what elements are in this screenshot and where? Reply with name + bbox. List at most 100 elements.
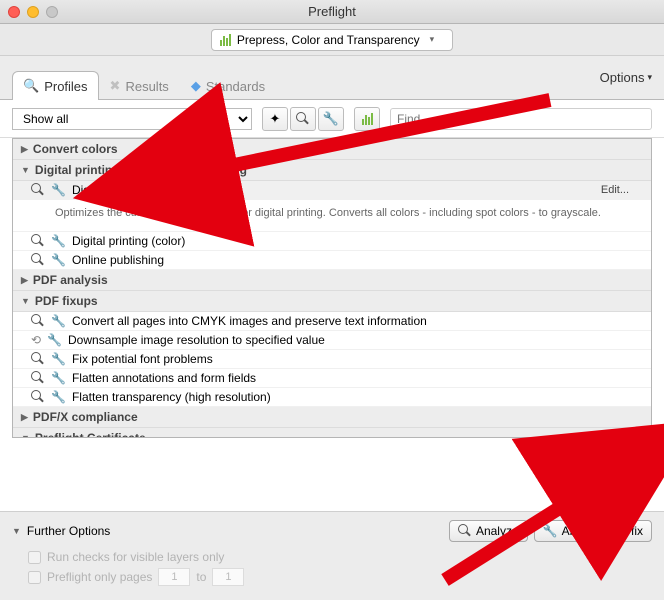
edit-link[interactable]: Edit... [601, 184, 643, 196]
star-wrench-icon: ✦ [270, 111, 281, 127]
magnifier-icon [31, 371, 45, 385]
chevron-down-icon: ▾ [647, 72, 652, 83]
magnifier-icon [31, 352, 45, 366]
group-convert-colors[interactable]: ▶ Convert colors [13, 139, 651, 160]
item-label: Downsample image resolution to specified… [68, 333, 325, 347]
check-visible-layers-label: Run checks for visible layers only [47, 550, 224, 564]
group-preflight-cert[interactable]: ▼ Preflight Certificate [13, 428, 651, 438]
library-bar: Prepress, Color and Transparency ▾ [0, 24, 664, 56]
magnifier-icon [458, 524, 472, 538]
item-label: Online publishing [72, 253, 164, 267]
item-label: Digital printing (color) [72, 234, 185, 248]
magnifier-icon [31, 390, 45, 404]
item-label: Convert all pages into CMYK images and p… [72, 314, 427, 328]
check-preflight-pages-label: Preflight only pages [47, 570, 152, 584]
item-online-publishing[interactable]: 🔧Online publishing [13, 251, 651, 270]
analyze-label: Analyze [476, 524, 519, 538]
window-titlebar: Preflight [0, 0, 664, 24]
view-profiles-button[interactable]: ✦ [262, 107, 288, 131]
item-description: Optimizes the current PDF document for d… [13, 200, 651, 232]
check-preflight-pages-row: Preflight only pages to [28, 568, 652, 586]
to-label: to [196, 570, 206, 584]
item-digital-printing-bw[interactable]: 🔧 Digital printing (B/W) Edit... [13, 181, 651, 200]
analyze-button[interactable]: Analyze [449, 520, 528, 542]
toolbar: Show all ✦ 🔧 [0, 100, 664, 138]
collapse-icon: ▶ [21, 412, 28, 423]
page-to-input [212, 568, 244, 586]
group-label: PDF/X compliance [33, 410, 138, 424]
item-flatten-transparency[interactable]: 🔧 Flatten transparency (high resolution) [13, 388, 651, 407]
expand-icon: ▼ [21, 296, 30, 306]
profile-tree[interactable]: ▶ Convert colors ▼ Digital printing and on… [12, 138, 652, 438]
footer: ▼ Further Options Analyze 🔧 Analyze and f… [0, 511, 664, 600]
wrench-icon: 🔧 [51, 234, 66, 248]
collapse-icon: ▶ [21, 144, 28, 155]
tab-bar: 🔍 Profiles ✖ Results ◆ Standards Options… [0, 56, 664, 100]
chevron-down-icon: ▾ [430, 34, 435, 45]
window-title: Preflight [0, 4, 664, 19]
item-cmyk[interactable]: 🔧 Convert all pages into CMYK images and … [13, 312, 651, 331]
collapse-icon: ▶ [21, 275, 28, 286]
page-from-input [158, 568, 190, 586]
library-filter-button[interactable] [354, 107, 380, 131]
standards-icon: ◆ [191, 78, 201, 94]
expand-icon[interactable]: ▼ [12, 526, 21, 536]
view-mode-group: ✦ 🔧 [262, 107, 344, 131]
bars-icon [362, 113, 373, 125]
magnifier-icon [31, 183, 45, 197]
group-label: PDF analysis [33, 273, 108, 287]
item-label: Flatten annotations and form fields [72, 371, 256, 385]
tab-standards[interactable]: ◆ Standards [180, 71, 276, 100]
tab-profiles-label: Profiles [44, 79, 87, 94]
analyze-and-fix-button[interactable]: 🔧 Analyze and fix [534, 520, 652, 542]
results-icon: ✖ [110, 78, 121, 94]
item-flatten-annotations[interactable]: 🔧 Flatten annotations and form fields [13, 369, 651, 388]
find-input[interactable] [390, 108, 652, 130]
wrench-icon: 🔧 [51, 314, 66, 328]
wrench-icon: 🔧 [323, 111, 339, 127]
tab-profiles[interactable]: 🔍 Profiles [12, 71, 99, 100]
group-label: Convert colors [33, 142, 118, 156]
wrench-icon: 🔧 [51, 352, 66, 366]
group-label: Preflight Certificate [35, 431, 146, 438]
item-font[interactable]: 🔧 Fix potential font problems [13, 350, 651, 369]
magnifier-icon [31, 234, 45, 248]
options-menu[interactable]: Options ▾ [600, 70, 652, 85]
item-label: Flatten transparency (high resolution) [72, 390, 271, 404]
item-digital-printing-color[interactable]: 🔧 Digital printing (color) [13, 232, 651, 251]
group-pdf-analysis[interactable]: ▶ PDF analysis [13, 270, 651, 291]
downsample-icon: ⟲ [31, 333, 41, 347]
item-label: Digital printing (B/W) [72, 183, 182, 197]
item-downsample[interactable]: ⟲ 🔧 Downsample image resolution to specifi… [13, 331, 651, 350]
view-checks-button[interactable] [290, 107, 316, 131]
further-options-label: Further Options [27, 524, 110, 538]
library-dropdown[interactable]: Prepress, Color and Transparency ▾ [211, 29, 453, 51]
profiles-icon: 🔍 [23, 78, 39, 94]
group-label: Digital printing and online publishing [35, 163, 247, 177]
tab-results[interactable]: ✖ Results [99, 71, 180, 100]
wrench-icon: 🔧 [51, 371, 66, 385]
tab-results-label: Results [125, 79, 168, 94]
view-fixups-button[interactable]: 🔧 [318, 107, 344, 131]
magnifier-icon [31, 253, 45, 267]
analyze-fix-label: Analyze and fix [562, 524, 643, 538]
expand-icon: ▼ [21, 433, 30, 438]
magnifier-icon [296, 112, 310, 126]
options-label: Options [600, 70, 645, 85]
check-visible-layers [28, 551, 41, 564]
group-digital-printing[interactable]: ▼ Digital printing and online publishing [13, 160, 651, 181]
group-label: PDF fixups [35, 294, 98, 308]
library-label: Prepress, Color and Transparency [237, 33, 420, 47]
tab-standards-label: Standards [206, 79, 265, 94]
wrench-icon: 🔧 [51, 183, 66, 197]
expand-icon: ▼ [21, 165, 30, 175]
wrench-magnifier-icon: 🔧 [543, 524, 558, 538]
wrench-icon: 🔧 [51, 390, 66, 404]
filter-dropdown[interactable]: Show all [12, 108, 252, 130]
library-icon [220, 34, 231, 46]
item-label: Fix potential font problems [72, 352, 213, 366]
magnifier-icon [31, 314, 45, 328]
group-pdf-fixups[interactable]: ▼ PDF fixups [13, 291, 651, 312]
wrench-icon: 🔧 [47, 333, 62, 347]
group-pdfx[interactable]: ▶ PDF/X compliance [13, 407, 651, 428]
